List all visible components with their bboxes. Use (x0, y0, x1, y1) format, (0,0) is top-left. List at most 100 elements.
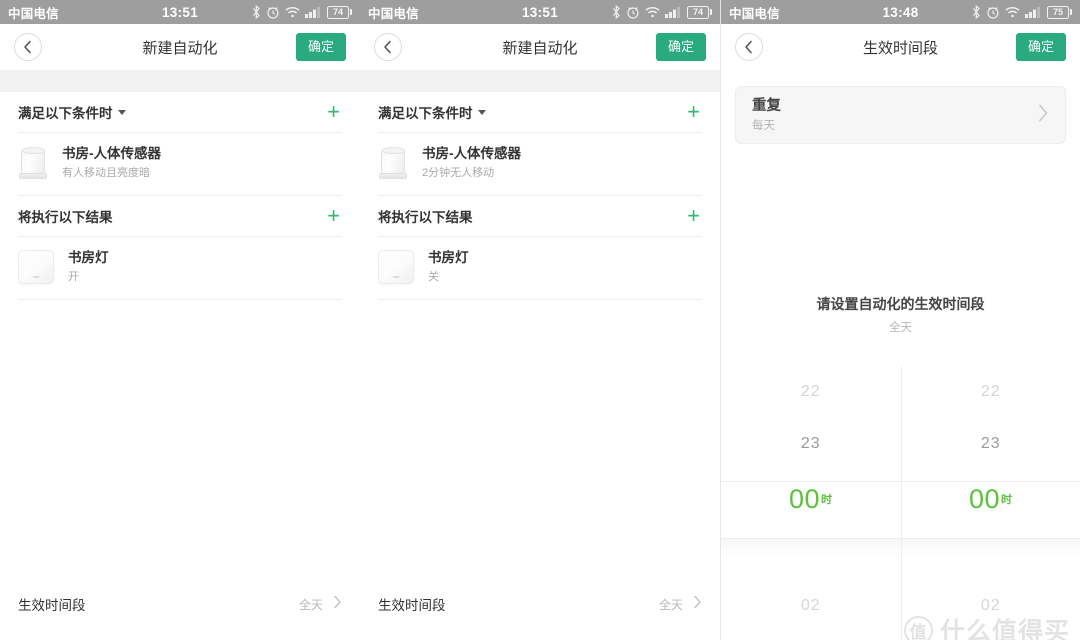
condition-section-title-wrap[interactable]: 满足以下条件时 (378, 102, 486, 122)
divider (378, 298, 702, 300)
picker-item[interactable]: 02 (902, 580, 1080, 632)
action-device-row[interactable]: 书房灯 开 (0, 237, 360, 299)
panel-new-automation-on: 中国电信 13:51 74 新建自动化 确定 满足以下条件时 + 书房-人体传感… (0, 0, 360, 640)
confirm-button[interactable]: 确定 (1015, 33, 1066, 61)
battery-cap (1070, 9, 1072, 15)
picker-item[interactable]: 02 (721, 580, 901, 632)
status-bar: 中国电信 13:51 74 (360, 0, 720, 24)
condition-device-row[interactable]: 书房-人体传感器 有人移动且亮度暗 (0, 133, 360, 195)
effective-time-label: 生效时间段 (378, 598, 446, 613)
picker-caption-main: 请设置自动化的生效时间段 (816, 296, 985, 312)
condition-device-state: 2分钟无人移动 (422, 167, 495, 180)
condition-section-label: 满足以下条件时 (18, 106, 113, 121)
chevron-right-icon (693, 595, 702, 614)
condition-device-state: 有人移动且亮度暗 (62, 167, 150, 180)
back-button[interactable] (735, 33, 763, 61)
scrollbar-track[interactable] (720, 86, 721, 640)
panel-new-automation-off: 中国电信 13:51 74 新建自动化 确定 满足以下条件时 + 书房-人体传感… (360, 0, 720, 640)
motion-sensor-icon (18, 145, 48, 181)
condition-section-header: 满足以下条件时 + (360, 92, 720, 132)
signal-icon (305, 6, 322, 18)
bluetooth-icon (972, 5, 981, 19)
effective-time-value: 全天 (298, 597, 323, 612)
action-section-header: 将执行以下结果 + (360, 196, 720, 236)
wifi-icon (1005, 6, 1020, 18)
condition-section-title-wrap[interactable]: 满足以下条件时 (18, 102, 126, 122)
confirm-button[interactable]: 确定 (655, 33, 706, 61)
add-action-button[interactable]: + (685, 205, 702, 227)
divider (18, 298, 342, 300)
action-section-label: 将执行以下结果 (378, 210, 473, 225)
picker-column-start[interactable]: 22 23 00 时 01 02 (721, 366, 901, 640)
condition-device-row[interactable]: 书房-人体传感器 2分钟无人移动 (360, 133, 720, 195)
three-panel-screenshot: 中国电信 13:51 74 新建自动化 确定 满足以下条件时 + 书房-人体传感… (0, 0, 1080, 640)
nav-bar: 新建自动化 确定 (360, 24, 720, 70)
status-bar: 中国电信 13:48 75 (721, 0, 1080, 24)
effective-time-label: 生效时间段 (18, 598, 86, 613)
add-condition-button[interactable]: + (325, 101, 342, 123)
battery-cap (350, 9, 352, 15)
nav-bar: 生效时间段 确定 (721, 24, 1080, 70)
repeat-setting-row[interactable]: 重复 每天 (735, 86, 1066, 144)
header-gap-band (0, 70, 360, 92)
picker-item[interactable]: 22 (721, 366, 901, 418)
battery-level-text: 74 (687, 5, 709, 19)
picker-selected-start[interactable]: 00 时 (721, 470, 901, 528)
status-icons: 74 (612, 5, 712, 19)
chevron-right-icon (1037, 103, 1049, 128)
battery-level-text: 75 (1047, 5, 1069, 19)
alarm-icon (266, 5, 280, 19)
header-gap-band (360, 70, 720, 92)
motion-sensor-icon (378, 145, 408, 181)
condition-device-name: 书房-人体传感器 (422, 146, 521, 162)
picker-item[interactable]: 23 (902, 418, 1080, 470)
picker-item[interactable]: 01 (721, 528, 901, 580)
action-device-state: 开 (68, 271, 79, 284)
wifi-icon (645, 6, 660, 18)
signal-icon (665, 6, 682, 18)
confirm-button[interactable]: 确定 (295, 33, 346, 61)
repeat-texts: 重复 每天 (752, 97, 781, 133)
status-icons: 75 (972, 5, 1072, 19)
effective-time-row[interactable]: 生效时间段 全天 (360, 584, 720, 624)
back-chevron-icon (23, 40, 33, 54)
status-icons: 74 (252, 5, 352, 19)
effective-time-right: 全天 (659, 595, 702, 614)
scrollbar-thumb[interactable] (720, 561, 721, 611)
chevron-down-icon (117, 109, 126, 115)
picker-item[interactable]: 22 (902, 366, 1080, 418)
status-bar: 中国电信 13:51 74 (0, 0, 360, 24)
bluetooth-icon (252, 5, 261, 19)
battery-icon: 74 (687, 5, 712, 19)
add-condition-button[interactable]: + (685, 101, 702, 123)
picker-selected-end[interactable]: 00 时 (902, 470, 1080, 528)
condition-device-text: 书房-人体传感器 2分钟无人移动 (422, 145, 521, 181)
light-switch-icon (18, 249, 54, 284)
chevron-down-icon (477, 109, 486, 115)
action-device-text: 书房灯 关 (428, 249, 469, 285)
condition-section-header: 满足以下条件时 + (0, 92, 360, 132)
picker-item[interactable]: 23 (721, 418, 901, 470)
back-button[interactable] (374, 33, 402, 61)
repeat-label: 重复 (752, 97, 781, 114)
battery-icon: 75 (1047, 5, 1072, 19)
condition-section-label: 满足以下条件时 (378, 106, 473, 121)
condition-device-name: 书房-人体传感器 (62, 146, 161, 162)
effective-time-row[interactable]: 生效时间段 全天 (0, 584, 360, 624)
action-device-name: 书房灯 (68, 250, 109, 265)
picker-column-end[interactable]: 22 23 00 时 01 02 (900, 366, 1080, 640)
time-range-picker: 22 23 00 时 01 02 22 23 00 时 01 02 (721, 366, 1080, 640)
action-section-label: 将执行以下结果 (18, 210, 113, 225)
action-section-title-wrap: 将执行以下结果 (18, 206, 113, 226)
add-action-button[interactable]: + (325, 205, 342, 227)
picker-caption-sub: 全天 (889, 322, 912, 334)
repeat-value: 每天 (752, 120, 775, 133)
back-button[interactable] (14, 33, 42, 61)
picker-item[interactable]: 01 (902, 528, 1080, 580)
signal-icon (1025, 6, 1042, 18)
action-device-row[interactable]: 书房灯 关 (360, 237, 720, 299)
light-switch-icon (378, 249, 414, 284)
alarm-icon (986, 5, 1000, 19)
battery-icon: 74 (327, 5, 352, 19)
effective-time-body: 重复 每天 请设置自动化的生效时间段 全天 22 23 00 时 01 02 2… (721, 86, 1080, 640)
